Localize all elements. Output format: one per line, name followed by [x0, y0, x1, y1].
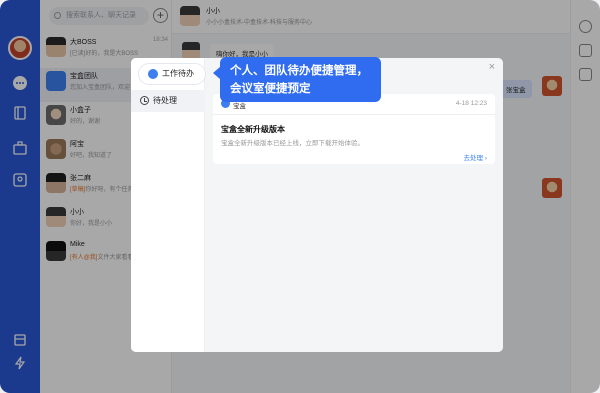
dialog-sidebar: 待处理	[131, 58, 205, 352]
todo-card[interactable]: 宝盒 4-18 12:23 宝盒全新升级版本 宝盒全新升级版本已经上线，立即下载…	[213, 94, 495, 164]
handle-link[interactable]: 去处理 ›	[464, 152, 487, 162]
todo-icon	[148, 69, 158, 79]
feature-tooltip: 个人、团队待办便捷管理， 会议室便捷预定	[213, 57, 381, 102]
divider	[213, 114, 495, 115]
work-todo-pill[interactable]: 工作待办	[139, 64, 205, 84]
todo-dialog: 待处理 × 宝盒 4-18 12:23 宝盒全新升级版本 宝盒全新升级版本已经上…	[131, 58, 503, 352]
clock-icon	[140, 96, 149, 105]
app-window: 搜索联系人、聊天记录 + 大BOSS [已读]好的，我是大BOSS 18:34 …	[0, 0, 600, 393]
tab-pending[interactable]: 待处理	[131, 90, 205, 112]
dialog-content: × 宝盒 4-18 12:23 宝盒全新升级版本 宝盒全新升级版本已经上线，立即…	[205, 58, 503, 352]
close-icon[interactable]: ×	[489, 61, 495, 73]
